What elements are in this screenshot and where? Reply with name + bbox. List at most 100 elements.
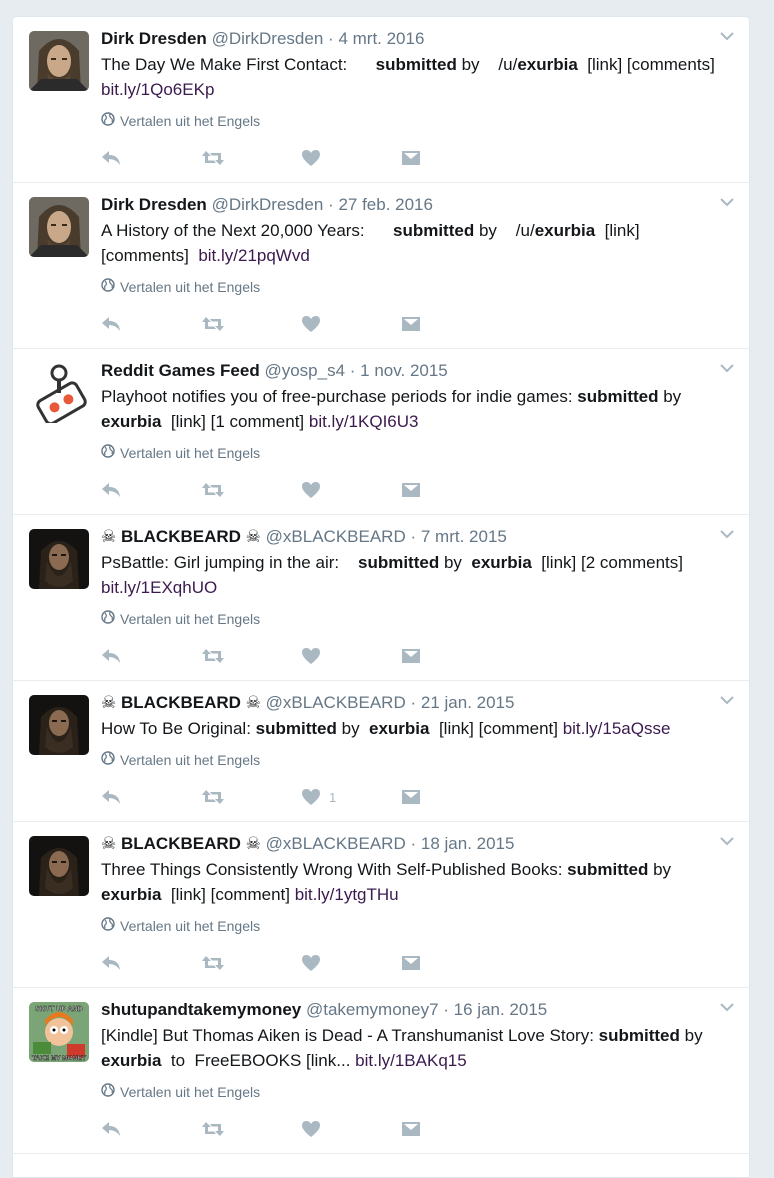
author-handle[interactable]: @DirkDresden [212, 29, 324, 48]
avatar[interactable] [29, 197, 89, 257]
tweet-timestamp[interactable]: 21 jan. 2015 [421, 693, 515, 712]
author-handle[interactable]: @DirkDresden [212, 195, 324, 214]
tweet-content: Dirk Dresden @DirkDresden · 4 mrt. 2016 T… [101, 28, 729, 130]
author-name[interactable]: Dirk Dresden [101, 195, 207, 214]
translate-button[interactable]: Vertalen uit het Engels [101, 444, 729, 462]
direct-message-button[interactable] [401, 785, 501, 809]
tweet-content: ☠ BLACKBEARD ☠ @xBLACKBEARD · 18 jan. 20… [101, 833, 729, 935]
author-handle[interactable]: @xBLACKBEARD [266, 527, 406, 546]
author-handle[interactable]: @xBLACKBEARD [266, 693, 406, 712]
bold-text: submitted [567, 860, 649, 879]
like-button[interactable] [301, 478, 401, 502]
tweet[interactable]: Dirk Dresden @DirkDresden · 27 feb. 2016… [13, 183, 749, 349]
tweet[interactable]: ☠ BLACKBEARD ☠ @xBLACKBEARD · 18 jan. 20… [13, 822, 749, 988]
tweet[interactable]: Dirk Dresden @DirkDresden · 4 mrt. 2016 T… [13, 17, 749, 183]
retweet-button[interactable] [201, 478, 301, 502]
like-button[interactable]: 1 [301, 785, 401, 809]
like-button[interactable] [301, 1117, 401, 1141]
translate-label: Vertalen uit het Engels [120, 918, 261, 934]
tweet-timestamp[interactable]: 1 nov. 2015 [360, 361, 448, 380]
avatar[interactable] [29, 695, 89, 755]
direct-message-button[interactable] [401, 644, 501, 668]
bold-text: submitted [393, 221, 475, 240]
author-name[interactable]: BLACKBEARD [121, 834, 241, 853]
avatar[interactable] [29, 529, 89, 589]
tweet[interactable]: ☠ BLACKBEARD ☠ @xBLACKBEARD · 7 mrt. 201… [13, 515, 749, 681]
retweet-icon [202, 151, 224, 165]
like-button[interactable] [301, 644, 401, 668]
avatar[interactable] [29, 31, 89, 91]
bold-text: submitted [255, 719, 337, 738]
text-fragment: to FreeEBOOKS [link... [161, 1051, 356, 1070]
tweet-timestamp[interactable]: 18 jan. 2015 [421, 834, 515, 853]
author-name[interactable]: BLACKBEARD [121, 527, 241, 546]
tweet-link[interactable]: bit.ly/1KQI6U3 [309, 412, 419, 431]
author-name[interactable]: shutupandtakemymoney [101, 1000, 301, 1019]
tweet-link[interactable]: bit.ly/1EXqhUO [101, 578, 217, 597]
tweet-text: How To Be Original: submitted by exurbia… [101, 716, 729, 741]
direct-message-button[interactable] [401, 146, 501, 170]
reply-button[interactable] [101, 312, 201, 336]
tweet-actions: 1 [101, 785, 501, 809]
tweet-timestamp[interactable]: 16 jan. 2015 [454, 1000, 548, 1019]
reply-button[interactable] [101, 951, 201, 975]
retweet-button[interactable] [201, 951, 301, 975]
skull-icon: ☠ [101, 527, 117, 546]
author-name[interactable]: Reddit Games Feed [101, 361, 260, 380]
globe-icon [101, 917, 115, 935]
author-name[interactable]: Dirk Dresden [101, 29, 207, 48]
author-handle[interactable]: @yosp_s4 [264, 361, 345, 380]
reply-button[interactable] [101, 1117, 201, 1141]
retweet-icon [202, 1122, 224, 1136]
tweet-link[interactable]: bit.ly/1ytgTHu [295, 885, 399, 904]
like-button[interactable] [301, 951, 401, 975]
translate-button[interactable]: Vertalen uit het Engels [101, 610, 729, 628]
tweet-header: shutupandtakemymoney @takemymoney7 · 16 … [101, 999, 729, 1021]
retweet-button[interactable] [201, 312, 301, 336]
direct-message-button[interactable] [401, 951, 501, 975]
text-fragment: by [648, 860, 676, 879]
tweet-timestamp[interactable]: 4 mrt. 2016 [338, 29, 424, 48]
tweet-timestamp[interactable]: 7 mrt. 2015 [421, 527, 507, 546]
reply-button[interactable] [101, 146, 201, 170]
like-button[interactable] [301, 312, 401, 336]
tweet-text: A History of the Next 20,000 Years: subm… [101, 218, 729, 268]
avatar[interactable] [29, 363, 89, 423]
author-name[interactable]: BLACKBEARD [121, 693, 241, 712]
retweet-button[interactable] [201, 1117, 301, 1141]
translate-button[interactable]: Vertalen uit het Engels [101, 1083, 729, 1101]
retweet-icon [202, 483, 224, 497]
translate-button[interactable]: Vertalen uit het Engels [101, 112, 729, 130]
tweet[interactable]: ☠ BLACKBEARD ☠ @xBLACKBEARD · 21 jan. 20… [13, 681, 749, 822]
retweet-button[interactable] [201, 785, 301, 809]
avatar[interactable] [29, 836, 89, 896]
translate-button[interactable]: Vertalen uit het Engels [101, 278, 729, 296]
direct-message-button[interactable] [401, 1117, 501, 1141]
direct-message-button[interactable] [401, 478, 501, 502]
author-handle[interactable]: @xBLACKBEARD [266, 834, 406, 853]
translate-label: Vertalen uit het Engels [120, 611, 261, 627]
reply-button[interactable] [101, 478, 201, 502]
translate-button[interactable]: Vertalen uit het Engels [101, 751, 729, 769]
avatar[interactable]: SHUT UP AND TAKE MY MONEY [29, 1002, 89, 1062]
reply-button[interactable] [101, 785, 201, 809]
direct-message-button[interactable] [401, 312, 501, 336]
retweet-button[interactable] [201, 146, 301, 170]
envelope-icon [402, 483, 420, 497]
tweet-actions [101, 312, 501, 336]
tweet-link[interactable]: bit.ly/1BAKq15 [355, 1051, 467, 1070]
tweet-timestamp[interactable]: 27 feb. 2016 [338, 195, 433, 214]
author-handle[interactable]: @takemymoney7 [306, 1000, 439, 1019]
tweet-link[interactable]: bit.ly/21pqWvd [198, 246, 310, 265]
translate-label: Vertalen uit het Engels [120, 279, 261, 295]
tweet-link[interactable]: bit.ly/15aQsse [563, 719, 671, 738]
tweet[interactable]: Reddit Games Feed @yosp_s4 · 1 nov. 2015… [13, 349, 749, 515]
reply-button[interactable] [101, 644, 201, 668]
translate-label: Vertalen uit het Engels [120, 445, 261, 461]
like-button[interactable] [301, 146, 401, 170]
text-fragment: [link] [comment] [161, 885, 295, 904]
translate-button[interactable]: Vertalen uit het Engels [101, 917, 729, 935]
retweet-button[interactable] [201, 644, 301, 668]
tweet-link[interactable]: bit.ly/1Qo6EKp [101, 80, 214, 99]
tweet[interactable]: SHUT UP AND TAKE MY MONEY shutupandtakemym… [13, 988, 749, 1154]
